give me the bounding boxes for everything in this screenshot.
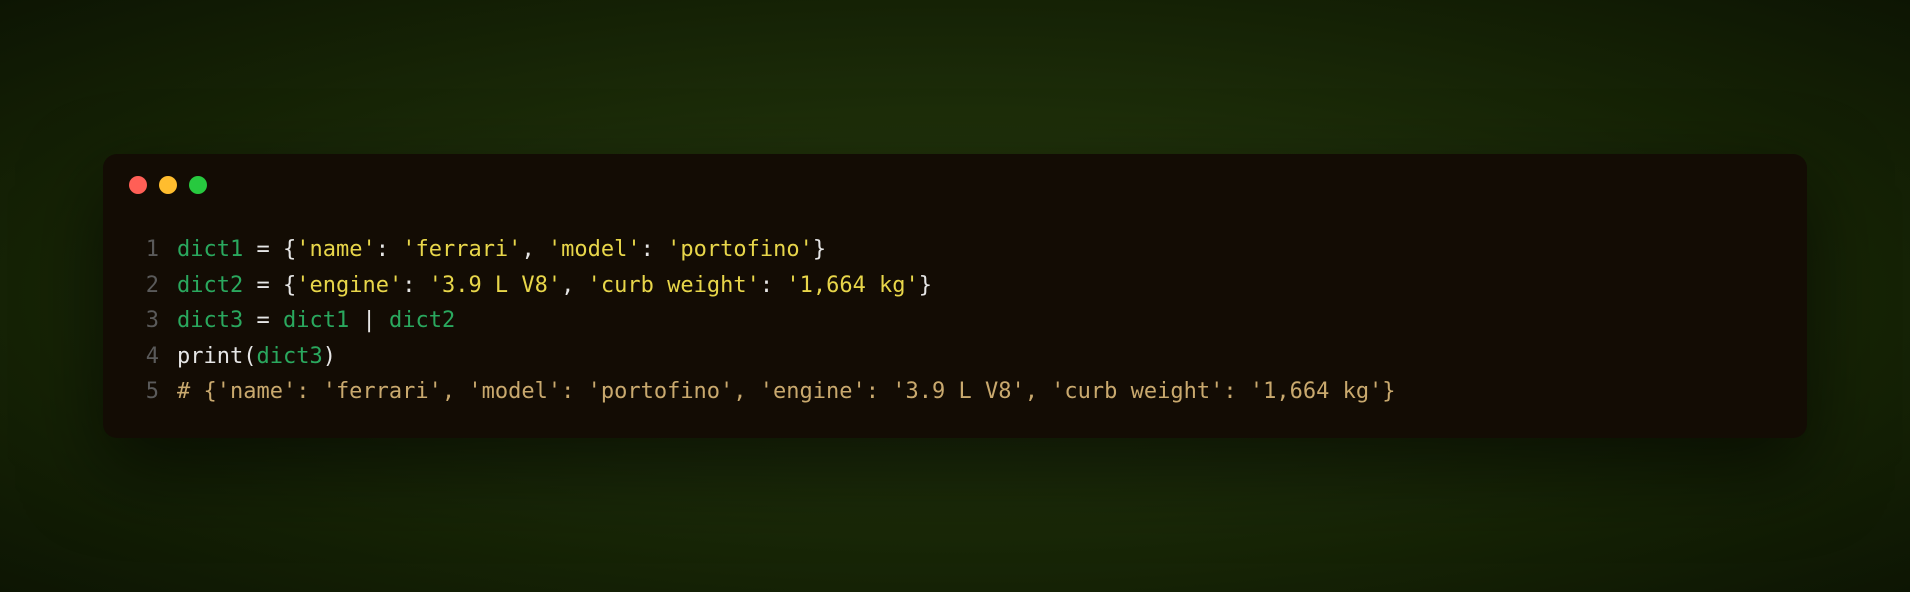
code-editor-window: 1 dict1 = {'name': 'ferrari', 'model': '… bbox=[103, 154, 1807, 438]
string-token: 'curb weight' bbox=[588, 273, 760, 298]
code-area[interactable]: 1 dict1 = {'name': 'ferrari', 'model': '… bbox=[103, 204, 1807, 410]
string-token: 'portofino' bbox=[667, 237, 813, 262]
variable-token: dict3 bbox=[256, 344, 322, 369]
line-number: 1 bbox=[131, 232, 177, 268]
paren-token: ( bbox=[243, 344, 256, 369]
punct-token: : bbox=[760, 273, 787, 298]
variable-token: dict2 bbox=[177, 273, 243, 298]
brace-token: } bbox=[813, 237, 826, 262]
punct-token: , bbox=[561, 273, 588, 298]
code-line: 5 # {'name': 'ferrari', 'model': 'portof… bbox=[131, 374, 1779, 410]
punct-token: : bbox=[376, 237, 403, 262]
brace-token: { bbox=[283, 237, 296, 262]
variable-token: dict1 bbox=[283, 308, 349, 333]
variable-token: dict2 bbox=[389, 308, 455, 333]
punct-token: , bbox=[521, 237, 548, 262]
window-titlebar bbox=[103, 154, 1807, 204]
line-content: dict2 = {'engine': '3.9 L V8', 'curb wei… bbox=[177, 268, 1779, 304]
code-line: 3 dict3 = dict1 | dict2 bbox=[131, 303, 1779, 339]
code-line: 2 dict2 = {'engine': '3.9 L V8', 'curb w… bbox=[131, 268, 1779, 304]
maximize-icon[interactable] bbox=[189, 176, 207, 194]
equals-token: = bbox=[243, 308, 283, 333]
variable-token: dict3 bbox=[177, 308, 243, 333]
punct-token: : bbox=[641, 237, 668, 262]
line-content: # {'name': 'ferrari', 'model': 'portofin… bbox=[177, 374, 1779, 410]
line-number: 4 bbox=[131, 339, 177, 375]
string-token: '1,664 kg' bbox=[786, 273, 918, 298]
equals-token: = bbox=[243, 273, 283, 298]
punct-token: : bbox=[402, 273, 429, 298]
pipe-token: | bbox=[349, 308, 389, 333]
function-token: print bbox=[177, 344, 243, 369]
close-icon[interactable] bbox=[129, 176, 147, 194]
line-content: dict1 = {'name': 'ferrari', 'model': 'po… bbox=[177, 232, 1779, 268]
line-content: print(dict3) bbox=[177, 339, 1779, 375]
string-token: 'name' bbox=[296, 237, 375, 262]
string-token: '3.9 L V8' bbox=[429, 273, 561, 298]
brace-token: } bbox=[919, 273, 932, 298]
paren-token: ) bbox=[323, 344, 336, 369]
equals-token: = bbox=[243, 237, 283, 262]
line-number: 3 bbox=[131, 303, 177, 339]
string-token: 'model' bbox=[548, 237, 641, 262]
line-number: 5 bbox=[131, 374, 177, 410]
string-token: 'engine' bbox=[296, 273, 402, 298]
code-line: 1 dict1 = {'name': 'ferrari', 'model': '… bbox=[131, 232, 1779, 268]
code-line: 4 print(dict3) bbox=[131, 339, 1779, 375]
brace-token: { bbox=[283, 273, 296, 298]
comment-token: # {'name': 'ferrari', 'model': 'portofin… bbox=[177, 379, 1396, 404]
line-number: 2 bbox=[131, 268, 177, 304]
line-content: dict3 = dict1 | dict2 bbox=[177, 303, 1779, 339]
variable-token: dict1 bbox=[177, 237, 243, 262]
minimize-icon[interactable] bbox=[159, 176, 177, 194]
string-token: 'ferrari' bbox=[402, 237, 521, 262]
